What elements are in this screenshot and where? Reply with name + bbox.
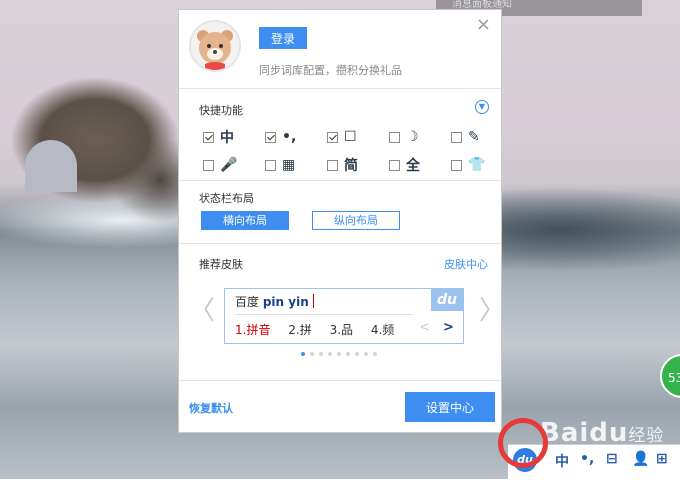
bear-avatar-icon <box>197 30 233 70</box>
pagination-dot[interactable] <box>310 352 314 356</box>
candidate-item: 2.拼 <box>288 323 312 337</box>
checkbox[interactable] <box>265 159 276 171</box>
quick-functions-title: 快捷功能 <box>199 104 243 117</box>
pagination-dot[interactable] <box>319 352 323 356</box>
skin-preview-input: 百度 pin yin <box>235 293 314 310</box>
punctuation-icon: •, <box>282 129 297 145</box>
punctuation-toggle-icon[interactable]: •, <box>580 451 594 467</box>
microphone-icon: 🎤 <box>220 157 238 173</box>
skin-preview-prefix: 百度 <box>235 295 260 309</box>
sync-tip: 同步词库配置，攒积分换礼品 <box>259 64 402 77</box>
avatar[interactable] <box>189 20 241 72</box>
quick-item-handwrite[interactable]: ✎ <box>451 129 480 145</box>
quick-item-night[interactable]: ☽ <box>389 129 419 145</box>
skin-preview-divider <box>235 314 413 315</box>
restore-defaults-link[interactable]: 恢复默认 <box>189 400 233 416</box>
keyboard-icon: ▦ <box>282 157 296 173</box>
settings-center-button[interactable]: 设置中心 <box>405 392 495 422</box>
shirt-icon: 👕 <box>468 157 486 173</box>
pagination-dot[interactable] <box>301 352 305 356</box>
checkbox[interactable] <box>327 159 338 171</box>
chinese-mode-icon: 中 <box>220 130 234 146</box>
horizontal-layout-button[interactable]: 横向布局 <box>201 211 289 230</box>
user-icon[interactable]: 👤 <box>632 451 649 467</box>
quick-item-simplified[interactable]: 简 <box>327 157 358 174</box>
login-button[interactable]: 登录 <box>259 27 307 49</box>
pagination-dot[interactable] <box>346 352 350 356</box>
skin-prev-arrow-icon[interactable]: 〈 <box>189 298 215 324</box>
pagination-dot[interactable] <box>355 352 359 356</box>
quick-item-skin[interactable]: 👕 <box>451 157 485 173</box>
highlight-circle <box>498 418 548 468</box>
checkbox[interactable] <box>327 131 338 143</box>
statusbar-layout-title: 状态栏布局 <box>199 192 254 205</box>
toolbox-icon: ☐ <box>344 129 357 145</box>
checkbox[interactable] <box>203 159 214 171</box>
candidate-item: 4.频 <box>370 323 395 337</box>
recommended-skins-title: 推荐皮肤 <box>199 258 243 271</box>
skin-pagination <box>301 352 377 356</box>
pagination-dot[interactable] <box>337 352 341 356</box>
quick-item-punctuation[interactable]: •, <box>265 129 296 145</box>
pagination-dot[interactable] <box>364 352 368 356</box>
quick-item-fullwidth[interactable]: 全 <box>389 157 420 174</box>
chevron-down-icon[interactable]: ▼ <box>475 100 489 114</box>
page-prev-icon: < <box>419 320 430 335</box>
moon-icon: ☽ <box>406 129 419 145</box>
candidate-item: 1.拼音 <box>235 323 271 337</box>
divider <box>179 180 501 181</box>
candidate-list: 1.拼音 2.拼 3.品 4.频 <box>235 321 408 338</box>
skin-preview-pinyin: pin yin <box>262 295 309 309</box>
skin-preview[interactable]: 百度 pin yin du 1.拼音 2.拼 3.品 4.频 < > <box>224 288 464 344</box>
simplified-icon: 简 <box>344 158 358 174</box>
checkbox[interactable] <box>203 131 214 143</box>
quick-item-voice[interactable]: 🎤 <box>203 157 237 173</box>
fullwidth-icon: 全 <box>406 158 420 174</box>
page-next-icon: > <box>443 320 454 335</box>
toolbox-icon[interactable]: ⊟ <box>606 451 618 467</box>
skin-brand-badge: du <box>431 289 463 311</box>
checkbox[interactable] <box>451 159 462 171</box>
text-caret <box>312 294 314 308</box>
skin-next-arrow-icon[interactable]: 〉 <box>479 298 505 324</box>
quick-item-chinese[interactable]: 中 <box>203 129 234 146</box>
grid-icon[interactable]: ⊞ <box>656 451 668 467</box>
quick-item-toolbox[interactable]: ☐ <box>327 129 357 145</box>
checkbox[interactable] <box>265 131 276 143</box>
divider <box>179 88 501 89</box>
quick-item-keyboard[interactable]: ▦ <box>265 157 295 173</box>
checkbox[interactable] <box>389 159 400 171</box>
vertical-layout-button[interactable]: 纵向布局 <box>312 211 400 230</box>
close-icon[interactable]: × <box>476 14 491 35</box>
divider <box>179 243 501 244</box>
pen-icon: ✎ <box>468 129 480 145</box>
pagination-dot[interactable] <box>328 352 332 356</box>
checkbox[interactable] <box>451 131 462 143</box>
candidate-item: 3.品 <box>329 323 354 337</box>
checkbox[interactable] <box>389 131 400 143</box>
rock-arch <box>25 140 77 192</box>
ime-settings-panel: × 登录 同步词库配置，攒积分换礼品 快捷功能 ▼ 中 •, ☐ ☽ ✎ 🎤 ▦… <box>178 9 505 433</box>
chinese-mode-toggle[interactable]: 中 <box>555 451 569 471</box>
skin-center-link[interactable]: 皮肤中心 <box>444 256 488 272</box>
divider <box>179 380 501 381</box>
pagination-dot[interactable] <box>373 352 377 356</box>
watermark-text: 经验 <box>628 426 665 446</box>
